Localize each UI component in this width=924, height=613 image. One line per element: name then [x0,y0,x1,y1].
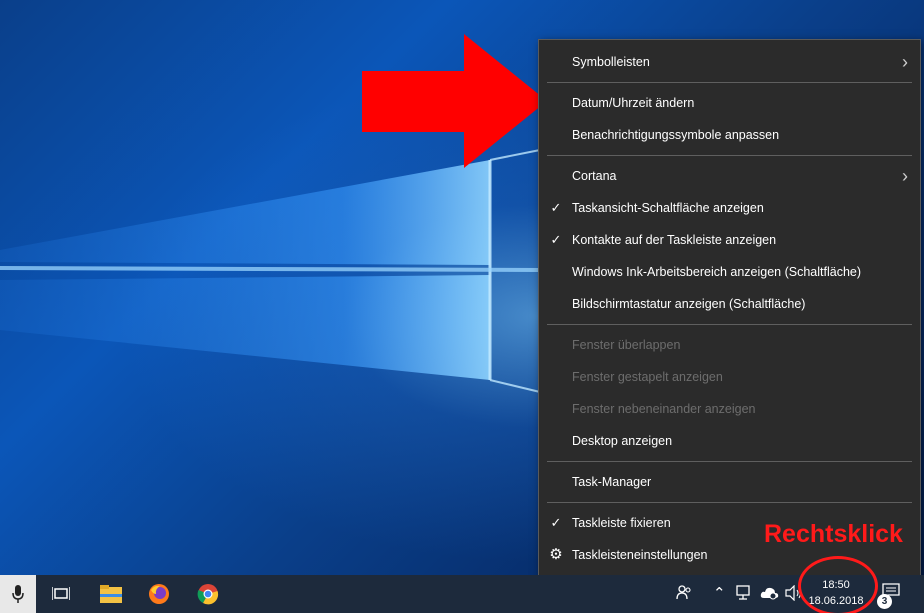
menu-separator [547,502,912,503]
menu-item-label: Cortana [572,169,617,183]
menu-item-task-manager[interactable]: Task-Manager [539,466,920,498]
firefox-button[interactable] [140,575,178,613]
menu-item-benachrichtigungssymbole[interactable]: Benachrichtigungssymbole anpassen [539,119,920,151]
taskbar: ⌃ 18:50 18.06.2018 3 [0,575,924,613]
cloud-sync-icon[interactable] [760,585,780,604]
gear-icon: ⚙ [549,546,563,563]
checkmark-icon: ✓ [550,232,562,247]
checkmark-icon: ✓ [550,200,562,215]
menu-item-bildschirmtastatur[interactable]: Bildschirmtastatur anzeigen (Schaltfläch… [539,288,920,320]
task-view-button[interactable] [42,575,80,613]
menu-item-label: Fenster überlappen [572,338,681,352]
menu-item-fenster-nebeneinander: Fenster nebeneinander anzeigen [539,393,920,425]
menu-item-cortana[interactable]: Cortana › [539,160,920,192]
menu-item-label: Taskleiste fixieren [572,516,671,530]
menu-item-label: Datum/Uhrzeit ändern [572,96,695,110]
menu-item-label: Benachrichtigungssymbole anpassen [572,128,780,142]
chrome-icon [197,584,219,605]
menu-item-label: Symbolleisten [572,55,650,69]
annotation-circle [798,556,878,613]
taskbar-context-menu: Symbolleisten › Datum/Uhrzeit ändern Ben… [538,39,921,580]
chevron-up-icon[interactable]: ⌃ [713,584,726,602]
menu-item-label: Kontakte auf der Taskleiste anzeigen [572,233,777,247]
menu-item-label: Windows Ink-Arbeitsbereich anzeigen (Sch… [572,265,862,279]
task-view-icon [52,587,70,600]
chevron-right-icon: › [902,166,908,186]
menu-item-taskansicht[interactable]: ✓ Taskansicht-Schaltfläche anzeigen [539,192,920,224]
notification-count-badge: 3 [877,594,892,609]
menu-separator [547,82,912,83]
menu-separator [547,155,912,156]
red-arrow-annotation [362,34,547,168]
menu-item-desktop-anzeigen[interactable]: Desktop anzeigen [539,425,920,457]
menu-item-label: Taskansicht-Schaltfläche anzeigen [572,201,764,215]
menu-item-label: Desktop anzeigen [572,434,673,448]
menu-item-fenster-gestapelt: Fenster gestapelt anzeigen [539,361,920,393]
menu-item-datum-uhrzeit[interactable]: Datum/Uhrzeit ändern [539,87,920,119]
menu-item-label: Taskleisteneinstellungen [572,548,708,562]
menu-item-label: Fenster gestapelt anzeigen [572,370,723,384]
menu-item-label: Task-Manager [572,475,652,489]
firefox-icon [149,584,169,604]
file-explorer-icon [100,585,122,603]
menu-item-symbolleisten[interactable]: Symbolleisten › [539,46,920,78]
annotation-label: Rechtsklick [764,520,903,548]
file-explorer-button[interactable] [92,575,130,613]
checkmark-icon: ✓ [550,515,562,530]
microphone-button[interactable] [0,575,36,613]
menu-item-label: Bildschirmtastatur anzeigen (Schaltfläch… [572,297,806,311]
network-icon[interactable] [736,585,754,604]
menu-item-windows-ink[interactable]: Windows Ink-Arbeitsbereich anzeigen (Sch… [539,256,920,288]
chevron-right-icon: › [902,52,908,72]
chrome-button[interactable] [189,575,227,613]
microphone-icon [12,585,24,603]
people-icon[interactable] [676,584,692,603]
menu-separator [547,324,912,325]
menu-item-label: Fenster nebeneinander anzeigen [572,402,756,416]
menu-item-fenster-ueberlappen: Fenster überlappen [539,329,920,361]
menu-item-kontakte[interactable]: ✓ Kontakte auf der Taskleiste anzeigen [539,224,920,256]
menu-separator [547,461,912,462]
